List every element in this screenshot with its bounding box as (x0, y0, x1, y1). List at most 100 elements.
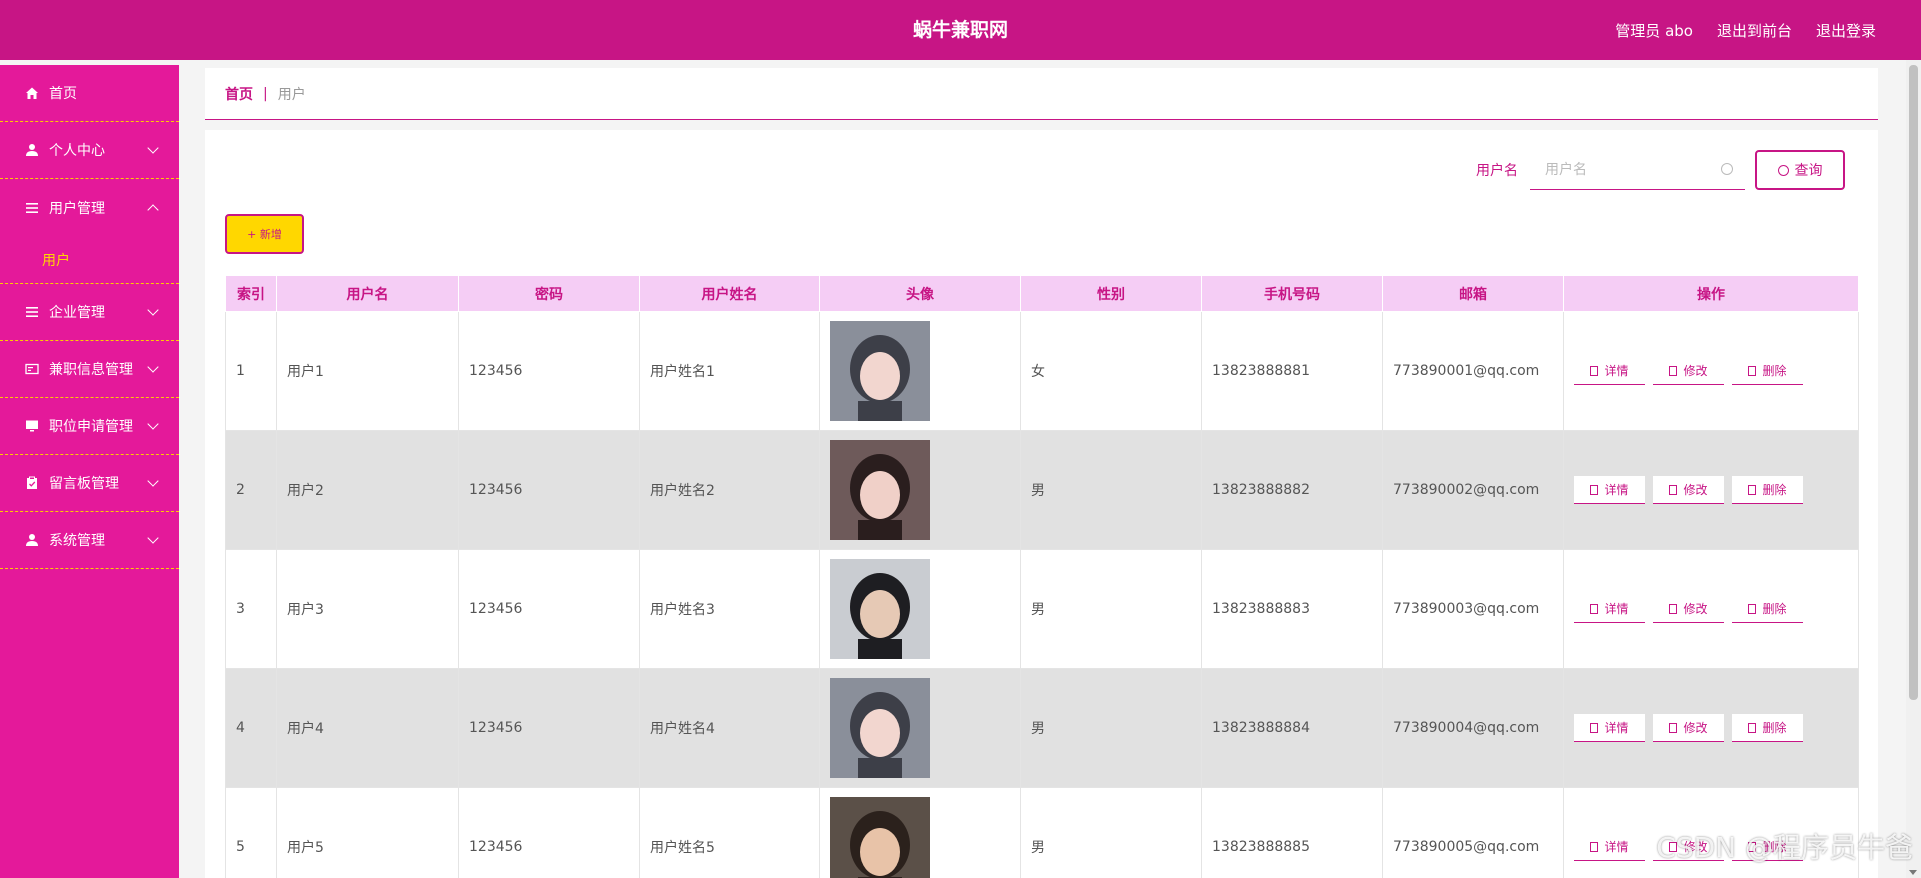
search-icon (1777, 164, 1789, 176)
chevron-up-icon (147, 204, 159, 216)
row-actions: 详情 修改 删除 (1574, 476, 1858, 504)
cell-email: 773890005@qq.com (1382, 787, 1564, 878)
search-label: 用户名 (1476, 163, 1518, 179)
avatar-cell (819, 668, 1021, 788)
header-actions: 管理员 abo 退出到前台 退出登录 (1615, 0, 1876, 60)
cell-username: 用户4 (276, 668, 459, 788)
cell-password: 123456 (458, 787, 640, 878)
column-header[interactable]: 用户名 (276, 275, 459, 312)
detail-button[interactable]: 详情 (1574, 833, 1645, 861)
table-header-row: 索引 用户名 密码 用户姓名 头像 性别 手机号码 邮箱 操作 (225, 275, 1859, 312)
exit-to-front-link[interactable]: 退出到前台 (1717, 20, 1792, 41)
detail-button[interactable]: 详情 (1574, 476, 1645, 504)
trash-icon (1748, 603, 1757, 614)
cell-email: 773890001@qq.com (1382, 311, 1564, 431)
user-icon (26, 534, 38, 546)
cell-email: 773890002@qq.com (1382, 430, 1564, 550)
sidebar-item-system-management[interactable]: 系统管理 (0, 512, 179, 569)
column-header[interactable]: 密码 (458, 275, 640, 312)
chevron-down-icon (147, 532, 159, 544)
breadcrumb-separator: | (263, 85, 268, 102)
edit-button[interactable]: 修改 (1653, 357, 1724, 385)
detail-button[interactable]: 详情 (1574, 595, 1645, 623)
document-icon (1590, 722, 1599, 733)
clipboard-icon (27, 476, 37, 489)
sidebar-item-message-board-management[interactable]: 留言板管理 (0, 455, 179, 512)
column-header[interactable]: 用户姓名 (639, 275, 820, 312)
cell-name: 用户姓名5 (639, 787, 820, 878)
avatar (830, 321, 930, 421)
pencil-icon (1669, 484, 1678, 495)
column-header[interactable]: 性别 (1020, 275, 1202, 312)
home-icon (26, 87, 38, 99)
delete-button[interactable]: 删除 (1732, 476, 1803, 504)
list-icon (26, 202, 38, 213)
column-header[interactable]: 头像 (819, 275, 1021, 312)
detail-button-label: 详情 (1604, 483, 1629, 497)
search-button[interactable]: 查询 (1755, 150, 1845, 190)
cell-gender: 男 (1020, 787, 1202, 878)
pencil-icon (1669, 365, 1678, 376)
sidebar-item-label: 系统管理 (49, 533, 105, 549)
cell-index: 2 (225, 430, 277, 550)
edit-button[interactable]: 修改 (1653, 714, 1724, 742)
trash-icon (1748, 365, 1757, 376)
sidebar-item-enterprise-management[interactable]: 企业管理 (0, 284, 179, 341)
list-icon (26, 307, 38, 317)
cell-phone: 13823888882 (1201, 430, 1383, 550)
detail-button[interactable]: 详情 (1574, 714, 1645, 742)
sidebar-item-label: 个人中心 (49, 143, 105, 159)
column-header[interactable]: 操作 (1563, 275, 1859, 312)
document-icon (1590, 484, 1599, 495)
search-input[interactable] (1530, 150, 1745, 189)
breadcrumb-current: 用户 (277, 86, 306, 103)
cell-name: 用户姓名1 (639, 311, 820, 431)
delete-button-label: 删除 (1762, 364, 1787, 378)
actions-cell: 详情 修改 删除 (1563, 430, 1859, 550)
delete-button[interactable]: 删除 (1732, 595, 1803, 623)
avatar (830, 440, 930, 540)
edit-button-label: 修改 (1683, 364, 1708, 378)
column-header[interactable]: 邮箱 (1382, 275, 1564, 312)
cell-password: 123456 (458, 549, 640, 669)
delete-button[interactable]: 删除 (1732, 714, 1803, 742)
cell-gender: 男 (1020, 668, 1202, 788)
chevron-down-icon (147, 142, 159, 154)
sidebar-item-personal-center[interactable]: 个人中心 (0, 122, 179, 179)
scroll-down-arrow-icon[interactable] (1909, 870, 1917, 875)
chevron-down-icon (147, 361, 159, 373)
detail-button[interactable]: 详情 (1574, 357, 1645, 385)
table-row: 2 用户2 123456 用户姓名2 男 13823888882 773890002@qq.… (225, 430, 1859, 550)
row-actions: 详情 修改 删除 (1574, 714, 1858, 742)
sidebar-item-label: 留言板管理 (49, 476, 119, 492)
top-header: 蜗牛兼职网 管理员 abo 退出到前台 退出登录 (0, 0, 1921, 60)
cell-phone: 13823888881 (1201, 311, 1383, 431)
delete-button[interactable]: 删除 (1732, 357, 1803, 385)
scrollbar-thumb[interactable] (1909, 65, 1918, 700)
sidebar-item-job-info-management[interactable]: 兼职信息管理 (0, 341, 179, 398)
sidebar-subitem-users[interactable]: 用户 (0, 236, 179, 284)
actions-cell: 详情 修改 删除 (1563, 311, 1859, 431)
row-actions: 详情 修改 删除 (1574, 595, 1858, 623)
page-scrollbar[interactable] (1906, 60, 1921, 878)
chevron-down-icon (147, 475, 159, 487)
breadcrumb-home[interactable]: 首页 (225, 84, 253, 104)
column-header[interactable]: 手机号码 (1201, 275, 1383, 312)
cell-gender: 男 (1020, 430, 1202, 550)
watermark: CSDN @程序员牛爸 (1656, 831, 1913, 864)
edit-button[interactable]: 修改 (1653, 595, 1724, 623)
sidebar-item-label: 企业管理 (49, 305, 105, 321)
edit-button[interactable]: 修改 (1653, 476, 1724, 504)
monitor-icon (26, 420, 38, 432)
column-header[interactable]: 索引 (225, 275, 277, 312)
cell-index: 1 (225, 311, 277, 431)
cell-email: 773890004@qq.com (1382, 668, 1564, 788)
add-button[interactable]: + 新增 (225, 214, 304, 254)
table-row: 1 用户1 123456 用户姓名1 女 13823888881 773890001@qq.… (225, 311, 1859, 431)
logout-link[interactable]: 退出登录 (1816, 20, 1876, 41)
sidebar-item-user-management[interactable]: 用户管理 (0, 179, 179, 236)
sidebar-item-application-management[interactable]: 职位申请管理 (0, 398, 179, 455)
table-row: 3 用户3 123456 用户姓名3 男 13823888883 773890003@qq.… (225, 549, 1859, 669)
sidebar-item-home[interactable]: 首页 (0, 65, 179, 122)
trash-icon (1748, 722, 1757, 733)
